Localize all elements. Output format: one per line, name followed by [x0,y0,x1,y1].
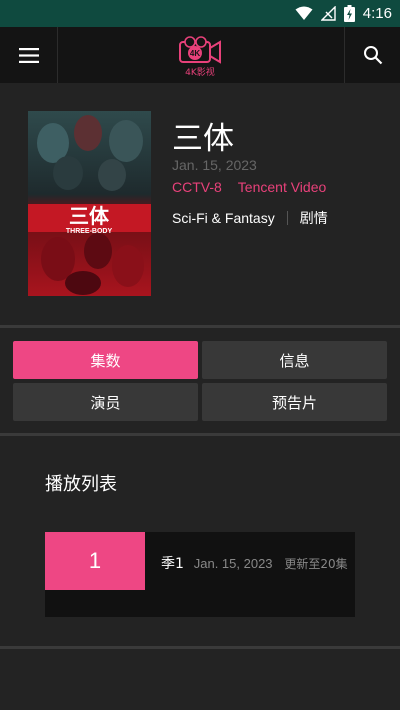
tab-info[interactable]: 信息 [202,341,387,379]
app-logo[interactable]: 4K 4K影视 [170,36,230,78]
status-icons: 4:16 [295,3,392,24]
poster-title: 三体 [69,204,110,228]
genre-divider [286,211,288,225]
tab-cast[interactable]: 演员 [13,383,198,421]
genre-list: Sci-Fi & Fantasy 剧情 [172,208,328,228]
show-title: 三体 [172,121,234,157]
signal-off-icon [320,6,336,21]
menu-button[interactable] [0,27,58,83]
bottom-panel [0,649,400,710]
tab-episodes[interactable]: 集数 [13,341,198,379]
logo-badge: 4K [190,49,200,58]
battery-charging-icon [343,5,355,22]
poster-subtitle: THREE-BODY [66,228,113,235]
network-list: CCTV-8 Tencent Video [172,179,326,195]
camera-logo-icon: 4K [179,36,221,64]
episode-season: 季1 [161,556,184,572]
app-header: 4K 4K影视 [0,27,400,83]
genre-item[interactable]: 剧情 [300,208,328,228]
genre-item[interactable]: Sci-Fi & Fantasy [172,210,275,226]
network-item[interactable]: CCTV-8 [172,179,222,195]
status-time: 4:16 [362,5,392,22]
episode-status: 更新至20集 [284,557,348,571]
tab-trailer[interactable]: 预告片 [202,383,387,421]
episode-card[interactable]: 1 季1 Jan. 15, 2023 更新至20集 [45,532,355,617]
tab-group: 集数 信息 演员 预告片 [0,328,400,433]
release-date: Jan. 15, 2023 [172,157,257,173]
search-button[interactable] [344,27,400,83]
status-bar: 4:16 [0,0,400,27]
playlist-title: 播放列表 [45,474,117,495]
episode-number[interactable]: 1 [45,532,145,590]
menu-icon [18,47,39,63]
episode-date: Jan. 15, 2023 [193,556,273,571]
poster-image[interactable]: 三体 THREE-BODY [28,111,151,296]
show-detail: 三体 THREE-BODY 三体 Jan. 15, 2023 CCTV-8 Te… [0,83,400,325]
poster-art: 三体 THREE-BODY [28,111,151,296]
logo-text: 4K影视 [185,68,215,78]
search-icon [363,46,382,65]
episode-info: 季1 Jan. 15, 2023 更新至20集 [161,550,351,578]
playlist-section: 播放列表 1 季1 Jan. 15, 2023 更新至20集 [0,436,400,646]
wifi-icon [295,6,313,20]
network-item[interactable]: Tencent Video [238,179,326,195]
